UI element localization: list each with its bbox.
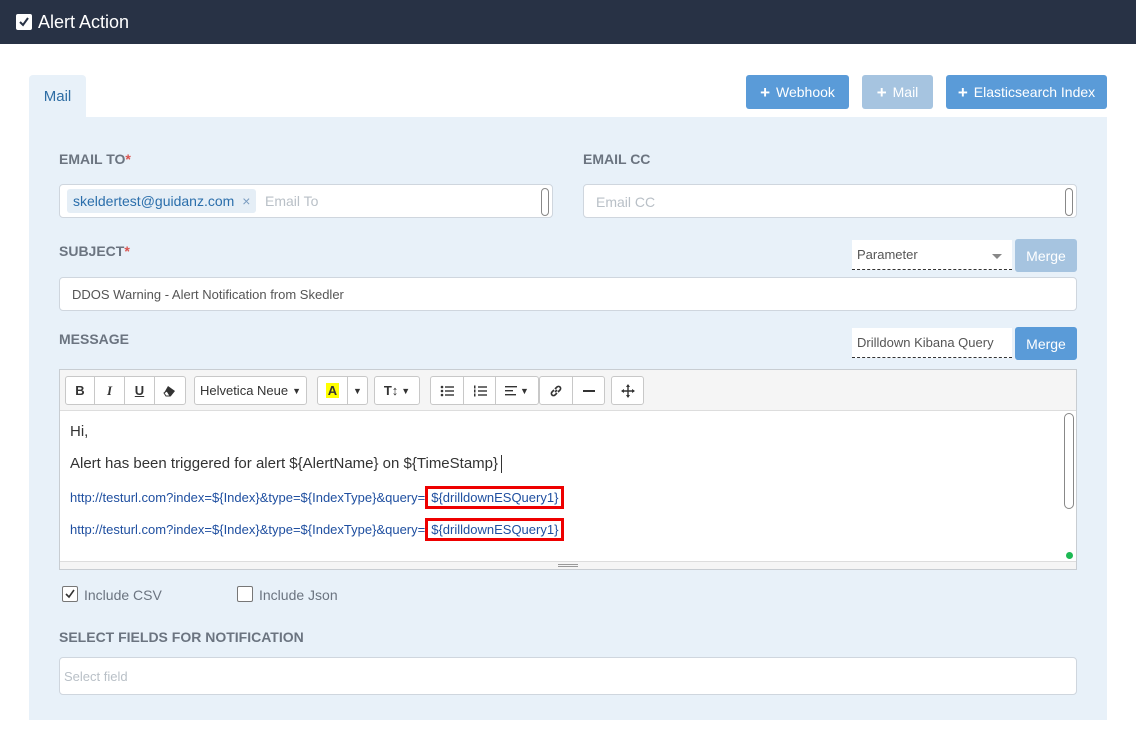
include-json-checkbox[interactable] xyxy=(237,586,253,602)
underline-button[interactable]: U xyxy=(124,376,155,405)
tab-mail[interactable]: Mail xyxy=(29,75,86,118)
editor-toolbar: B I U Helvetica Neue ▼ A ▼ T↕ ▼ ▼ xyxy=(60,370,1076,411)
editor-resize-handle[interactable] xyxy=(60,561,1076,569)
include-csv-label: Include CSV xyxy=(84,587,162,603)
mail-label: Mail xyxy=(892,84,919,100)
eraser-icon xyxy=(163,385,175,396)
horizontal-rule-icon xyxy=(582,389,595,392)
url-prefix: http://testurl.com?index=${Index}&type=$… xyxy=(70,522,426,537)
url-prefix: http://testurl.com?index=${Index}&type=$… xyxy=(70,490,426,505)
include-csv-checkbox[interactable] xyxy=(62,586,78,602)
font-family-dropdown[interactable]: Helvetica Neue ▼ xyxy=(194,376,307,405)
message-label: MESSAGE xyxy=(59,331,130,347)
add-webhook-button[interactable]: + Webhook xyxy=(746,75,849,109)
email-to-placeholder: Email To xyxy=(265,193,319,209)
align-dropdown[interactable]: ▼ xyxy=(495,376,539,405)
highlighted-query-param: ${drilldownESQuery1} xyxy=(425,486,565,509)
text-cursor xyxy=(501,455,503,474)
notification-fields-placeholder: Select field xyxy=(64,669,128,684)
resize-handle[interactable] xyxy=(1065,188,1073,216)
alert-line: Alert has been triggered for alert ${Ale… xyxy=(70,455,503,474)
alert-line-text: Alert has been triggered for alert ${Ale… xyxy=(70,455,499,472)
check-icon xyxy=(65,589,75,599)
email-cc-input[interactable]: Email CC xyxy=(583,184,1077,218)
email-to-input[interactable]: skeldertest@guidanz.com × Email To xyxy=(59,184,553,218)
status-dot xyxy=(1066,552,1073,559)
bold-button[interactable]: B xyxy=(65,376,95,405)
bullet-list-icon xyxy=(440,385,454,396)
highlighted-query-param: ${drilldownESQuery1} xyxy=(425,518,565,541)
parameter-select-value: Parameter xyxy=(857,247,918,262)
webhook-label: Webhook xyxy=(776,84,835,100)
plus-icon: + xyxy=(957,82,968,102)
subject-input[interactable]: DDOS Warning - Alert Notification from S… xyxy=(59,277,1077,311)
remove-tag-icon[interactable]: × xyxy=(242,193,250,209)
notification-fields-select[interactable]: Select field xyxy=(59,657,1077,695)
horizontal-rule-button[interactable] xyxy=(572,376,605,405)
font-size-dropdown[interactable]: T↕ ▼ xyxy=(374,376,420,405)
email-cc-placeholder: Email CC xyxy=(596,194,656,210)
numbered-list-button[interactable] xyxy=(463,376,496,405)
subject-label-text: SUBJECT xyxy=(59,243,125,259)
required-mark: * xyxy=(125,151,131,167)
drilldown-query-select[interactable]: Drilldown Kibana Query xyxy=(852,328,1012,358)
subject-merge-button[interactable]: Merge xyxy=(1015,239,1077,272)
url-line: http://testurl.com?index=${Index}&type=$… xyxy=(70,518,565,541)
caret-down-icon: ▼ xyxy=(520,385,529,396)
drilldown-select-value: Drilldown Kibana Query xyxy=(857,335,994,350)
font-size-icon: T↕ xyxy=(383,383,399,398)
required-mark: * xyxy=(124,243,130,259)
fullscreen-button[interactable] xyxy=(611,376,644,405)
subject-label: SUBJECT* xyxy=(59,243,130,259)
plus-icon: + xyxy=(876,82,887,102)
email-cc-label: EMAIL CC xyxy=(583,151,651,167)
insert-link-button[interactable] xyxy=(539,376,573,405)
highlight-color-button[interactable]: A xyxy=(317,376,348,405)
email-to-label: EMAIL TO* xyxy=(59,151,131,167)
url-line: http://testurl.com?index=${Index}&type=$… xyxy=(70,486,565,509)
parameter-select[interactable]: Parameter xyxy=(852,240,1012,270)
notification-fields-label: SELECT FIELDS FOR NOTIFICATION xyxy=(59,629,304,645)
page-title: Alert Action xyxy=(38,11,130,32)
grip-icon xyxy=(558,564,578,567)
resize-handle[interactable] xyxy=(541,188,549,216)
es-index-label: Elasticsearch Index xyxy=(973,84,1096,100)
caret-down-icon: ▼ xyxy=(292,385,302,396)
add-mail-button[interactable]: + Mail xyxy=(862,75,933,109)
add-elasticsearch-index-button[interactable]: + Elasticsearch Index xyxy=(946,75,1107,109)
email-tag: skeldertest@guidanz.com × xyxy=(67,189,257,213)
font-family-value: Helvetica Neue xyxy=(199,383,289,398)
italic-button[interactable]: I xyxy=(94,376,125,405)
alert-action-checkbox[interactable] xyxy=(16,14,32,30)
subject-value: DDOS Warning - Alert Notification from S… xyxy=(72,287,344,302)
email-to-label-text: EMAIL TO xyxy=(59,151,126,167)
highlight-color-dropdown[interactable]: ▼ xyxy=(347,376,368,405)
align-left-icon xyxy=(505,385,518,395)
chevron-down-icon xyxy=(992,254,1002,259)
message-editor: B I U Helvetica Neue ▼ A ▼ T↕ ▼ ▼ Hi, Al… xyxy=(59,369,1077,570)
move-arrows-icon xyxy=(620,383,635,398)
bullet-list-button[interactable] xyxy=(430,376,464,405)
editor-content[interactable]: Hi, Alert has been triggered for alert $… xyxy=(60,411,1064,561)
message-merge-button[interactable]: Merge xyxy=(1015,327,1077,360)
editor-scrollbar[interactable] xyxy=(1064,413,1074,509)
email-tag-text: skeldertest@guidanz.com xyxy=(73,193,235,209)
numbered-list-icon xyxy=(473,385,487,396)
check-icon xyxy=(19,17,29,27)
top-bar: Alert Action xyxy=(0,0,1136,44)
include-json-label: Include Json xyxy=(259,587,338,603)
greeting-line: Hi, xyxy=(70,423,89,440)
clear-format-button[interactable] xyxy=(154,376,186,405)
caret-down-icon: ▼ xyxy=(401,385,411,396)
highlight-icon: A xyxy=(325,383,340,398)
link-icon xyxy=(550,385,562,396)
plus-icon: + xyxy=(760,82,771,102)
